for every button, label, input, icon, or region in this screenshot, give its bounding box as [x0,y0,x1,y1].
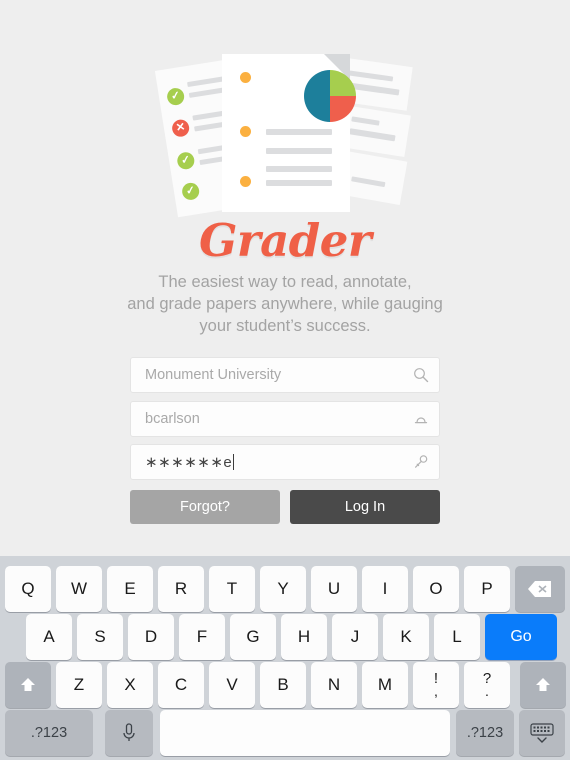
key-b[interactable]: B [260,662,306,708]
key-icon [403,444,439,480]
key-p[interactable]: P [464,566,510,612]
user-icon [403,401,439,437]
key-y[interactable]: Y [260,566,306,612]
login-screen: ✓ ✕ ✓ ✓ Grader The easiest way to read, … [0,0,570,760]
check-icon-3: ✓ [180,181,201,202]
pie-chart-graphic [304,70,356,122]
login-button[interactable]: Log In [290,490,440,524]
username-field[interactable]: bcarlson [130,401,440,437]
key-h[interactable]: H [281,614,327,660]
key-z[interactable]: Z [56,662,102,708]
backspace-icon[interactable] [515,566,565,612]
password-value: ∗∗∗∗∗∗e [145,454,233,471]
key-u[interactable]: U [311,566,357,612]
key-k[interactable]: K [383,614,429,660]
key-m[interactable]: M [362,662,408,708]
forgot-button[interactable]: Forgot? [130,490,280,524]
key-x[interactable]: X [107,662,153,708]
hero-illustration: ✓ ✕ ✓ ✓ [154,52,413,218]
cross-icon-1: ✕ [170,118,191,138]
tagline-line-1: The easiest way to read, annotate, [158,273,412,291]
key-punct-1[interactable]: !, [413,662,459,708]
key-i[interactable]: I [362,566,408,612]
search-icon [403,357,439,393]
numeric-key-right[interactable]: .?123 [456,710,514,756]
key-r[interactable]: R [158,566,204,612]
bullet-1 [240,72,251,83]
bullet-3 [240,176,251,187]
keyboard-row-2: A S D F G H J K L Go [0,614,570,660]
password-input[interactable]: ∗∗∗∗∗∗e [131,453,403,471]
school-field[interactable]: Monument University [130,357,440,393]
check-icon-2: ✓ [176,151,196,171]
username-input[interactable]: bcarlson [131,411,403,427]
key-n[interactable]: N [311,662,357,708]
key-f[interactable]: F [179,614,225,660]
login-area: ✓ ✕ ✓ ✓ Grader The easiest way to read, … [0,0,570,548]
shift-icon-left[interactable] [5,662,51,708]
key-v[interactable]: V [209,662,255,708]
keyboard-row-1: QWERTYUIOP [0,566,570,612]
key-l[interactable]: L [434,614,480,660]
key-w[interactable]: W [56,566,102,612]
keyboard-row-3: Z X C V B N M!,?. [0,662,570,708]
tagline: The easiest way to read, annotate, and g… [0,271,570,337]
password-field[interactable]: ∗∗∗∗∗∗e [130,444,440,480]
keyboard-row-4: .?123 .?123 [0,710,570,756]
key-g[interactable]: G [230,614,276,660]
text-cursor [233,454,235,470]
key-t[interactable]: T [209,566,255,612]
tagline-line-3: your student’s success. [199,317,371,335]
bullet-2 [240,126,251,137]
hide-keyboard-icon[interactable] [519,710,565,756]
key-a[interactable]: A [26,614,72,660]
shift-icon-right[interactable] [520,662,566,708]
check-icon-1: ✓ [165,86,186,107]
key-o[interactable]: O [413,566,459,612]
app-logo-text: Grader [198,214,372,267]
key-punct-2[interactable]: ?. [464,662,510,708]
numeric-key-left[interactable]: .?123 [5,710,93,756]
key-c[interactable]: C [158,662,204,708]
key-j[interactable]: J [332,614,378,660]
go-key[interactable]: Go [485,614,557,660]
key-d[interactable]: D [128,614,174,660]
on-screen-keyboard: QWERTYUIOP A S D F G H J K L Go Z X C V B N M!,?. .?123… [0,556,570,760]
school-input[interactable]: Monument University [131,367,403,383]
space-key[interactable] [160,710,450,756]
key-q[interactable]: Q [5,566,51,612]
tagline-line-2: and grade papers anywhere, while gauging [127,295,443,313]
paper-main [222,54,356,212]
key-e[interactable]: E [107,566,153,612]
key-s[interactable]: S [77,614,123,660]
microphone-icon[interactable] [105,710,153,756]
